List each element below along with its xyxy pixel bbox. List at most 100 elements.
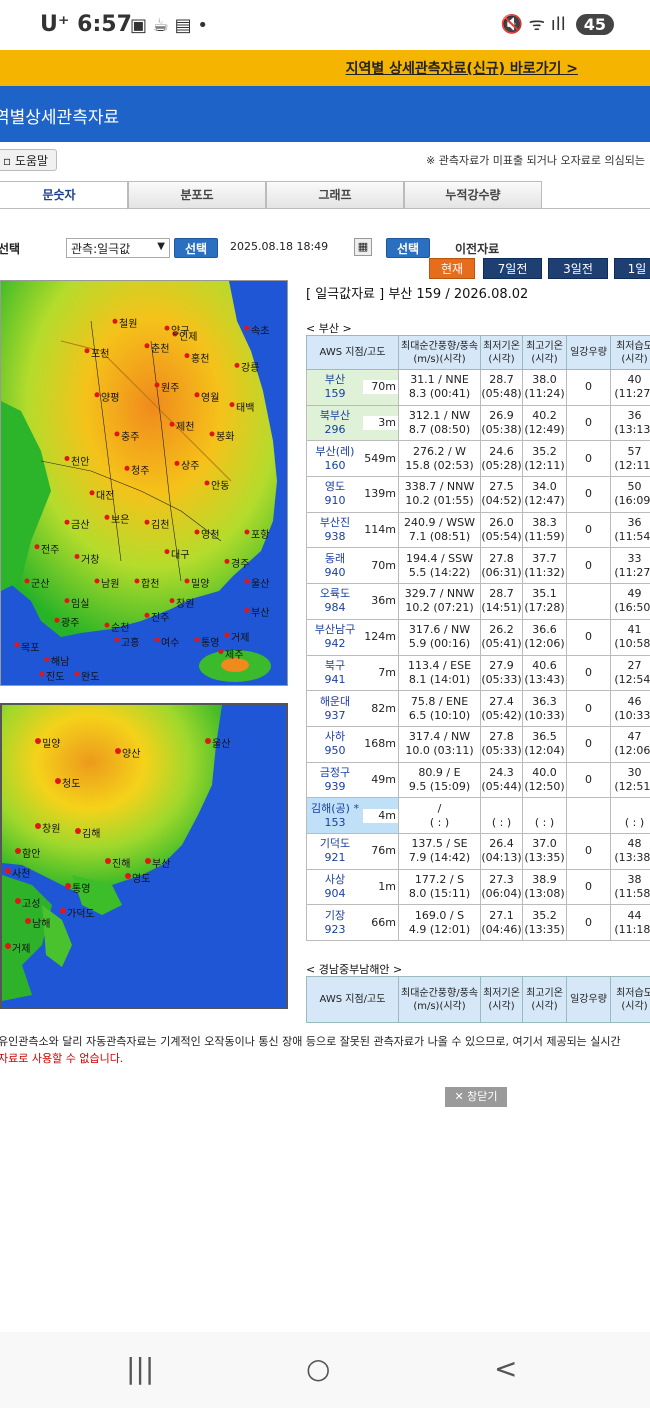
period-1day[interactable]: 1일	[614, 258, 650, 279]
station-dot[interactable]	[144, 519, 150, 525]
station-cell[interactable]: 사상 904 1m	[306, 868, 399, 906]
station-dot[interactable]	[244, 607, 250, 613]
station-dot[interactable]	[35, 823, 41, 829]
station-dot[interactable]	[164, 325, 170, 331]
station-dot[interactable]	[184, 578, 190, 584]
station-dot[interactable]	[244, 529, 250, 535]
station-dot[interactable]	[144, 612, 150, 618]
station-dot[interactable]	[64, 519, 70, 525]
station-cell[interactable]: 사하 950 168m	[306, 725, 399, 763]
station-dot[interactable]	[244, 325, 250, 331]
station-cell[interactable]: 해운대 937 82m	[306, 690, 399, 727]
station-dot[interactable]	[35, 738, 41, 744]
back-icon[interactable]: <	[494, 1352, 517, 1385]
station-cell[interactable]: 부산진 938 114m	[306, 511, 399, 549]
station-dot[interactable]	[134, 578, 140, 584]
select-button-2[interactable]: 선택	[386, 238, 431, 258]
station-dot[interactable]	[218, 649, 224, 655]
station-dot[interactable]	[94, 392, 100, 398]
prev-data-link[interactable]: 이전자료	[455, 240, 499, 257]
station-dot[interactable]	[184, 353, 190, 359]
close-window-button[interactable]: ✕ 창닫기	[445, 1087, 507, 1107]
station-cell[interactable]: 오륙도 984 36m	[306, 583, 399, 620]
station-dot[interactable]	[229, 402, 235, 408]
station-cell[interactable]: 금정구 939 49m	[306, 761, 399, 799]
station-cell[interactable]: 김해(공) * 153 4m	[306, 797, 399, 834]
station-dot[interactable]	[55, 778, 61, 784]
regional-detail-link[interactable]: 지역별 상세관측자료(신규) 바로가기 >	[346, 58, 578, 78]
station-dot[interactable]	[234, 362, 240, 368]
station-cell[interactable]: 부산(레) 160 549m	[306, 440, 399, 478]
station-dot[interactable]	[104, 514, 110, 520]
station-dot[interactable]	[115, 748, 121, 754]
station-cell[interactable]: 부산 159 70m	[306, 369, 399, 406]
station-dot[interactable]	[205, 738, 211, 744]
station-dot[interactable]	[74, 671, 80, 677]
station-dot[interactable]	[54, 617, 60, 623]
station-dot[interactable]	[64, 598, 70, 604]
tab-numeric[interactable]: 문숫자	[0, 181, 128, 210]
station-dot[interactable]	[84, 348, 90, 354]
station-dot[interactable]	[75, 828, 81, 834]
station-dot[interactable]	[60, 908, 66, 914]
recent-apps-icon[interactable]: |||	[126, 1352, 154, 1385]
station-dot[interactable]	[94, 578, 100, 584]
tab-distribution[interactable]: 분포도	[128, 181, 266, 209]
station-dot[interactable]	[65, 883, 71, 889]
station-cell[interactable]: 기장 923 66m	[306, 904, 399, 941]
station-dot[interactable]	[154, 637, 160, 643]
station-dot[interactable]	[224, 558, 230, 564]
station-dot[interactable]	[114, 431, 120, 437]
period-7days[interactable]: 7일전	[483, 258, 542, 279]
station-dot[interactable]	[105, 858, 111, 864]
station-dot[interactable]	[169, 421, 175, 427]
station-cell[interactable]: 부산남구 942 124m	[306, 618, 399, 656]
home-icon[interactable]: ○	[306, 1352, 330, 1385]
station-dot[interactable]	[24, 578, 30, 584]
station-dot[interactable]	[154, 382, 160, 388]
station-dot[interactable]	[5, 868, 11, 874]
calendar-icon[interactable]: ▦	[354, 238, 372, 256]
tab-graph[interactable]: 그래프	[266, 181, 404, 209]
help-button[interactable]: ▫ 도움말	[0, 149, 58, 171]
station-dot[interactable]	[15, 898, 21, 904]
station-dot[interactable]	[224, 632, 230, 638]
station-dot[interactable]	[194, 637, 200, 643]
station-dot[interactable]	[44, 656, 50, 662]
station-dot[interactable]	[124, 465, 130, 471]
korea-map[interactable]: 철원 양구 인제 속초 포천 춘천 홍천 강릉 양평 원주 영월 태백 충주 제천 봉화 천안 청주 상주 안동 대전…	[0, 280, 288, 686]
station-dot[interactable]	[194, 529, 200, 535]
station-dot[interactable]	[209, 431, 215, 437]
station-cell[interactable]: 북부산 296 3m	[306, 404, 399, 442]
observation-select[interactable]: 관측:일극값 ▼	[66, 238, 170, 258]
tab-accum-rain[interactable]: 누적강수량	[404, 181, 542, 209]
select-button[interactable]: 선택	[174, 238, 219, 258]
station-dot[interactable]	[15, 848, 21, 854]
station-dot[interactable]	[74, 554, 80, 559]
station-dot[interactable]	[14, 642, 20, 648]
station-cell[interactable]: 북구 941 7m	[306, 654, 399, 692]
station-dot[interactable]	[169, 598, 175, 604]
station-dot[interactable]	[34, 544, 40, 550]
gyeongnam-map[interactable]: 밀양 양산 울산 청도 김해 창원 함안 부산 진해 통영 거제 고성 남해 사천 영도 가덕도	[0, 703, 288, 1009]
station-dot[interactable]	[194, 392, 200, 398]
station-dot[interactable]	[104, 622, 110, 628]
period-3days[interactable]: 3일전	[548, 258, 608, 279]
station-dot[interactable]	[89, 490, 95, 496]
station-dot[interactable]	[164, 549, 170, 555]
station-dot[interactable]	[39, 671, 45, 677]
station-dot[interactable]	[145, 858, 151, 864]
station-cell[interactable]: 기덕도 921 76m	[306, 832, 399, 870]
station-dot[interactable]	[174, 460, 180, 466]
station-dot[interactable]	[114, 637, 120, 643]
station-cell[interactable]: 영도 910 139m	[306, 476, 399, 513]
station-cell[interactable]: 동래 940 70m	[306, 547, 399, 585]
station-dot[interactable]	[5, 943, 11, 949]
station-dot[interactable]	[204, 480, 210, 486]
station-dot[interactable]	[125, 873, 131, 879]
station-dot[interactable]	[144, 343, 150, 349]
station-dot[interactable]	[112, 318, 118, 324]
station-dot[interactable]	[244, 578, 250, 584]
station-dot[interactable]	[25, 918, 31, 924]
datetime-field[interactable]: 2025.08.18 18:49	[230, 240, 328, 253]
